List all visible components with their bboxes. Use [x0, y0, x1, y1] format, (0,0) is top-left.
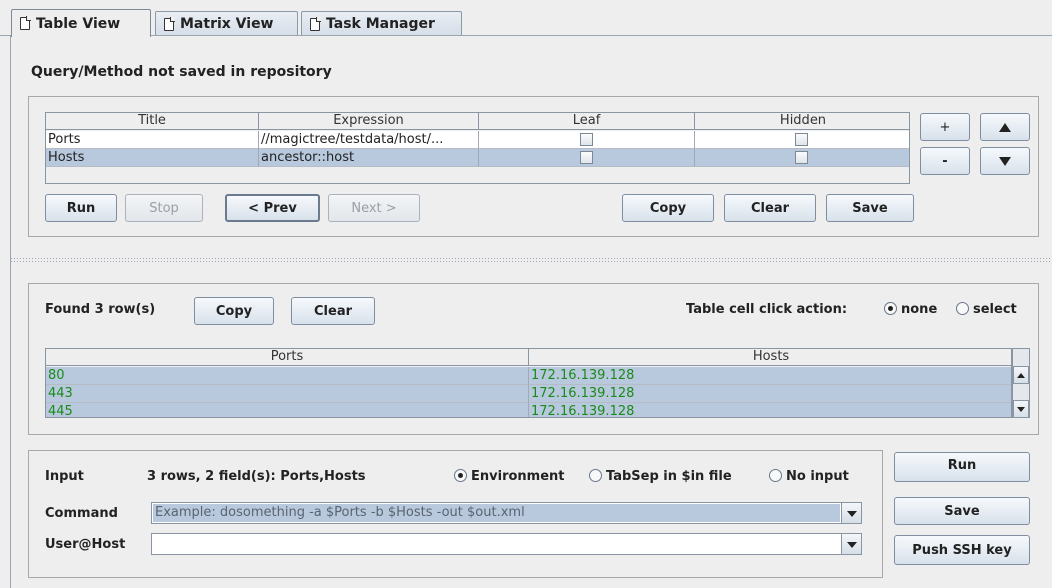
cell-expression[interactable]: ancestor::host: [259, 149, 479, 167]
stop-button[interactable]: Stop: [125, 194, 203, 222]
next-button[interactable]: Next >: [328, 194, 420, 222]
hidden-checkbox[interactable]: [795, 133, 808, 146]
results-table-header: Ports Hosts: [46, 349, 1011, 366]
column-header-expression[interactable]: Expression: [259, 113, 479, 130]
split-pane-divider[interactable]: [10, 257, 1052, 263]
table-row[interactable]: Ports //magictree/testdata/host/...: [46, 131, 909, 149]
tab-table-view[interactable]: Table View: [11, 9, 151, 37]
query-table-header: Title Expression Leaf Hidden: [46, 113, 909, 130]
radio-environment-label: Environment: [471, 469, 565, 484]
leaf-checkbox[interactable]: [580, 133, 593, 146]
command-value[interactable]: Example: dosomething -a $Ports -b $Hosts…: [153, 504, 840, 522]
cell-host[interactable]: 172.16.139.128: [529, 385, 1011, 403]
click-action-select[interactable]: select: [956, 302, 1017, 317]
scroll-up-icon[interactable]: [1013, 366, 1029, 384]
click-action-none[interactable]: none: [884, 302, 937, 317]
query-status: Query/Method not saved in repository: [31, 64, 332, 80]
command-combobox[interactable]: Example: dosomething -a $Ports -b $Hosts…: [151, 502, 862, 524]
input-environment-option[interactable]: Environment: [454, 469, 565, 484]
document-icon: [310, 16, 321, 31]
cell-host[interactable]: 172.16.139.128: [529, 403, 1011, 417]
tab-task-manager[interactable]: Task Manager: [301, 11, 462, 36]
radio-select-label: select: [973, 302, 1017, 317]
run-query-button[interactable]: Run: [45, 194, 117, 222]
input-label: Input: [45, 469, 84, 484]
tab-label: Table View: [36, 15, 121, 32]
table-row[interactable]: 445 172.16.139.128: [46, 403, 1011, 417]
cell-port[interactable]: 80: [46, 367, 529, 385]
push-ssh-key-button[interactable]: Push SSH key: [894, 535, 1030, 565]
clear-results-button[interactable]: Clear: [291, 297, 375, 325]
radio-tabsep-label: TabSep in $in file: [606, 469, 732, 484]
cell-title[interactable]: Hosts: [46, 149, 259, 167]
radio-no-input[interactable]: [769, 469, 782, 482]
radio-environment[interactable]: [454, 469, 467, 482]
input-none-option[interactable]: No input: [769, 469, 849, 484]
cell-expression[interactable]: //magictree/testdata/host/...: [259, 131, 479, 149]
column-header-leaf[interactable]: Leaf: [479, 113, 695, 130]
hidden-checkbox[interactable]: [795, 151, 808, 164]
radio-select[interactable]: [956, 302, 969, 315]
leaf-checkbox[interactable]: [580, 151, 593, 164]
table-row[interactable]: 443 172.16.139.128: [46, 385, 1011, 403]
cell-hidden: [695, 149, 909, 167]
column-header-hosts[interactable]: Hosts: [529, 349, 1011, 366]
radio-tabsep[interactable]: [589, 469, 602, 482]
add-row-button[interactable]: +: [920, 113, 970, 141]
userhost-combobox[interactable]: [151, 533, 862, 555]
column-header-hidden[interactable]: Hidden: [695, 113, 909, 130]
run-command-button[interactable]: Run: [894, 452, 1030, 482]
found-rows-label: Found 3 row(s): [45, 302, 156, 317]
table-row[interactable]: Hosts ancestor::host: [46, 149, 909, 167]
clear-query-button[interactable]: Clear: [724, 194, 816, 222]
remove-row-button[interactable]: -: [920, 147, 970, 175]
scroll-down-icon[interactable]: [1013, 400, 1029, 418]
document-icon: [164, 16, 175, 31]
column-header-ports[interactable]: Ports: [46, 349, 529, 366]
chevron-down-icon[interactable]: [841, 503, 861, 523]
radio-none-label: none: [901, 302, 938, 317]
move-up-button[interactable]: [980, 113, 1030, 141]
copy-results-button[interactable]: Copy: [194, 297, 274, 325]
cell-hidden: [695, 131, 909, 149]
tab-bar: Table View Matrix View Task Manager: [0, 0, 1052, 37]
tab-label: Task Manager: [326, 16, 435, 32]
userhost-value[interactable]: [153, 535, 840, 553]
tab-matrix-view[interactable]: Matrix View: [155, 11, 298, 36]
radio-none[interactable]: [884, 302, 897, 315]
save-command-button[interactable]: Save: [894, 497, 1030, 525]
userhost-label: User@Host: [45, 537, 126, 552]
tab-label: Matrix View: [180, 16, 274, 32]
query-table: Title Expression Leaf Hidden Ports //mag…: [45, 112, 910, 184]
prev-button[interactable]: < Prev: [225, 194, 320, 222]
cell-title[interactable]: Ports: [46, 131, 259, 149]
cell-host[interactable]: 172.16.139.128: [529, 367, 1011, 385]
column-header-title[interactable]: Title: [46, 113, 259, 130]
cell-port[interactable]: 445: [46, 403, 529, 417]
cell-leaf: [479, 149, 695, 167]
move-down-button[interactable]: [980, 147, 1030, 175]
input-tabsep-option[interactable]: TabSep in $in file: [589, 469, 732, 484]
results-table: Ports Hosts 80 172.16.139.128 443 172.16…: [45, 348, 1012, 418]
copy-query-button[interactable]: Copy: [622, 194, 714, 222]
click-action-label: Table cell click action:: [686, 302, 848, 317]
radio-no-input-label: No input: [786, 469, 849, 484]
cell-leaf: [479, 131, 695, 149]
arrow-down-icon: [999, 156, 1011, 166]
input-info: 3 rows, 2 field(s): Ports,Hosts: [147, 469, 366, 484]
arrow-up-icon: [999, 122, 1011, 132]
chevron-down-icon[interactable]: [841, 534, 861, 554]
cell-port[interactable]: 443: [46, 385, 529, 403]
document-icon: [20, 16, 31, 30]
table-row[interactable]: 80 172.16.139.128: [46, 367, 1011, 385]
save-query-button[interactable]: Save: [826, 194, 914, 222]
command-label: Command: [45, 506, 118, 521]
